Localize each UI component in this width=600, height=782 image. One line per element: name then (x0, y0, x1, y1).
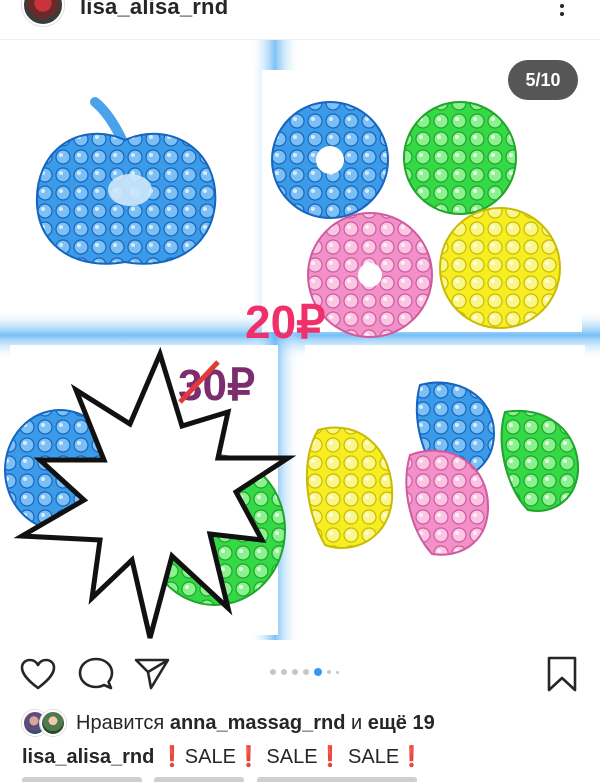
exclamation-icon: ❗ (317, 746, 343, 768)
exclamation-icon: ❗ (399, 746, 425, 768)
likes-row: Нравится anna_massag_rnd и ещё 19 (22, 708, 435, 738)
save-button[interactable] (542, 654, 582, 694)
post-caption: lisa_alisa_rnd ❗SALE❗ SALE❗ SALE❗ (22, 744, 424, 769)
carousel-dot (336, 670, 339, 674)
post-image[interactable]: 20₽ 30₽ 5/10 (0, 40, 600, 640)
caption-sale: SALE (348, 746, 400, 768)
product-collage: 20₽ 30₽ (0, 40, 600, 640)
carousel-dot (327, 670, 331, 674)
carousel-dot (270, 669, 276, 675)
author-avatar[interactable] (22, 0, 64, 26)
caption-next-line (22, 774, 582, 782)
share-button[interactable] (132, 654, 172, 694)
carousel-counter: 5/10 (508, 60, 578, 100)
more-options-button[interactable] (552, 0, 572, 20)
bookmark-icon (547, 656, 577, 692)
carousel-indicator (270, 668, 339, 676)
caption-sale: SALE (266, 746, 318, 768)
blue-flower-mat (271, 101, 389, 219)
comment-button[interactable] (76, 654, 116, 694)
pink-flower-mat (307, 212, 433, 338)
carousel-dot (292, 669, 298, 675)
exclamation-icon: ❗ (159, 746, 185, 768)
caption-sale: SALE (184, 746, 236, 768)
yellow-flower-mat (439, 207, 561, 329)
carousel-dot-active (314, 668, 322, 676)
like-button[interactable] (18, 654, 58, 694)
post-header: lisa_alisa_rnd (0, 0, 600, 40)
caption-author[interactable]: lisa_alisa_rnd (22, 746, 154, 768)
likes-user[interactable]: anna_massag_rnd (170, 712, 346, 734)
comment-icon (78, 657, 114, 690)
author-username[interactable]: lisa_alisa_rnd (80, 0, 228, 20)
green-flower-mat (403, 101, 517, 215)
send-icon (134, 658, 170, 690)
likes-middle: и (351, 711, 363, 734)
price-new: 20₽ (245, 296, 325, 348)
price-old: 30₽ (178, 361, 255, 410)
carousel-dot (281, 669, 287, 675)
exclamation-icon: ❗ (235, 746, 261, 768)
likes-rest[interactable]: ещё 19 (368, 712, 435, 734)
carousel-dot (303, 669, 309, 675)
likes-prefix: Нравится (76, 711, 165, 734)
liker-avatar[interactable] (40, 710, 66, 736)
heart-icon (20, 658, 56, 690)
